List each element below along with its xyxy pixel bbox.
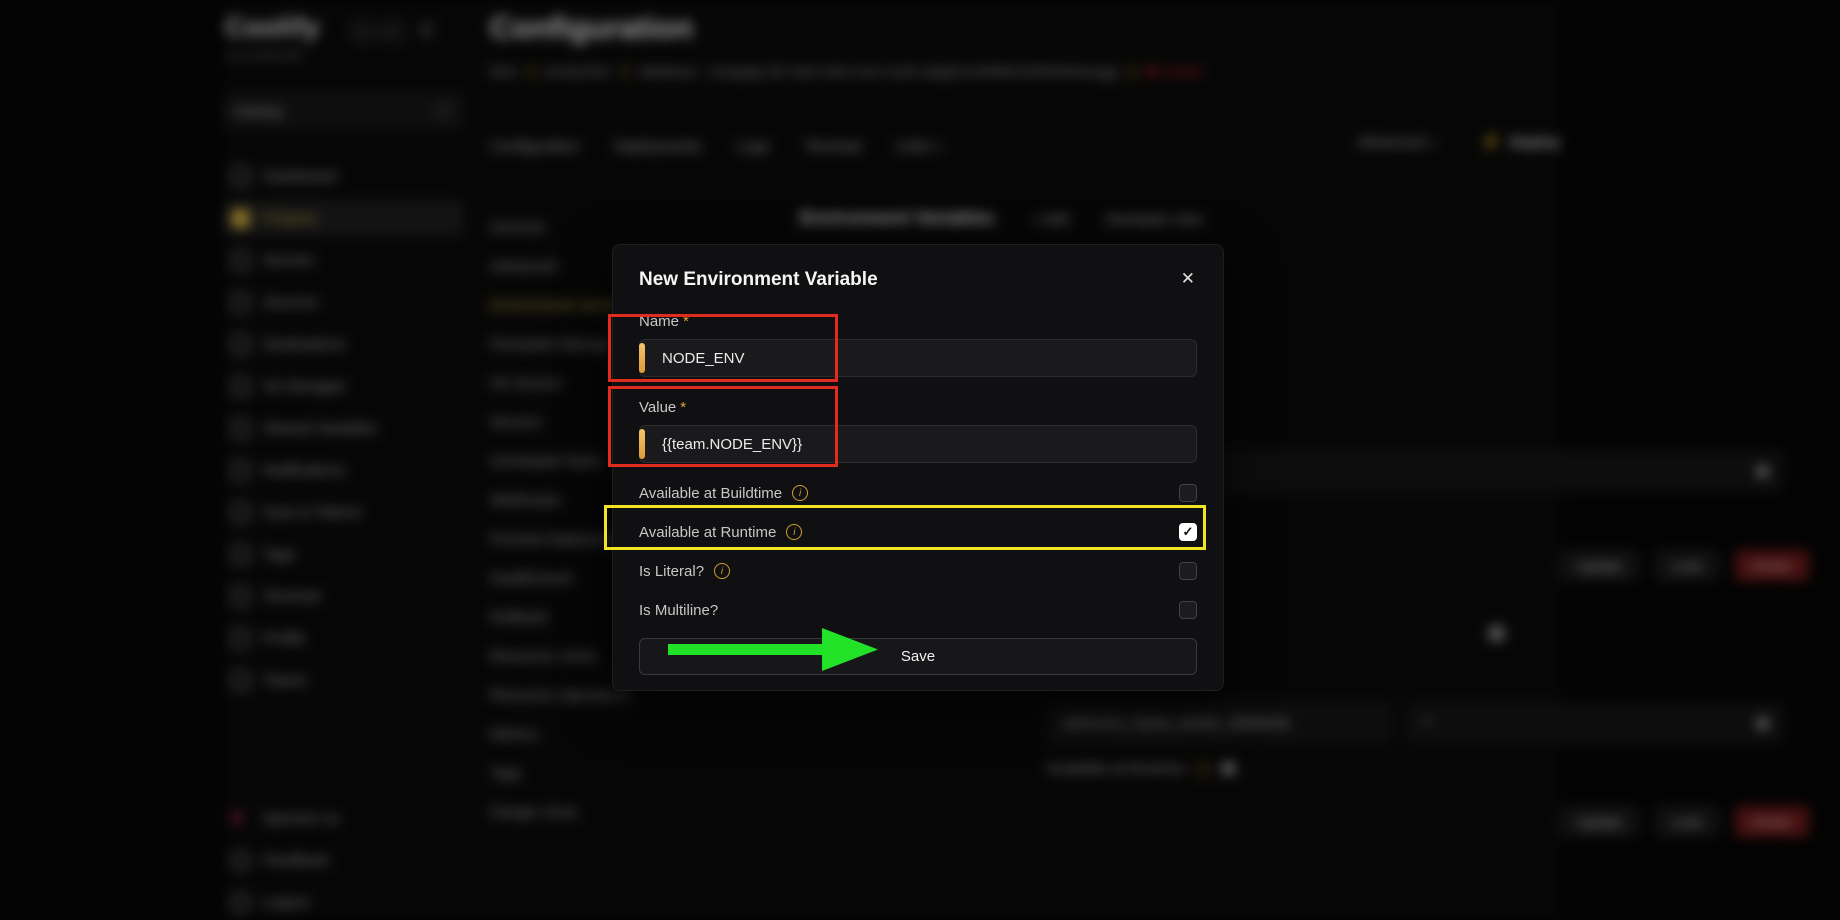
name-input[interactable]: NODE_ENV [639,339,1197,377]
buildtime-checkbox[interactable] [1179,484,1197,502]
modal-title: New Environment Variable [639,269,878,291]
multiline-checkbox[interactable] [1179,601,1197,619]
required-asterisk: * [680,399,686,416]
info-icon[interactable]: i [714,563,730,579]
required-asterisk: * [683,313,689,330]
name-label: Name* [639,313,1197,330]
close-icon[interactable]: ✕ [1179,269,1197,289]
input-accent-bar [639,429,645,459]
value-input[interactable]: {{team.NODE_ENV}} [639,425,1197,463]
runtime-checkbox[interactable]: ✓ [1179,523,1197,541]
checkmark-icon: ✓ [1183,524,1194,540]
new-environment-variable-modal: New Environment Variable ✕ Name* NODE_EN… [612,244,1224,691]
literal-row: Is Literal? i [639,562,1197,580]
buildtime-row: Available at Buildtime i [639,484,1197,502]
input-accent-bar [639,343,645,373]
runtime-row: Available at Runtime i ✓ [639,523,1197,541]
screen: Coolify v4.0.0-beta.360 ☰ Hosting / Dash… [0,0,1840,920]
value-label: Value* [639,399,1197,416]
info-icon[interactable]: i [786,524,802,540]
literal-checkbox[interactable] [1179,562,1197,580]
info-icon[interactable]: i [792,485,808,501]
save-button[interactable]: Save [639,638,1197,675]
multiline-row: Is Multiline? [639,601,1197,619]
